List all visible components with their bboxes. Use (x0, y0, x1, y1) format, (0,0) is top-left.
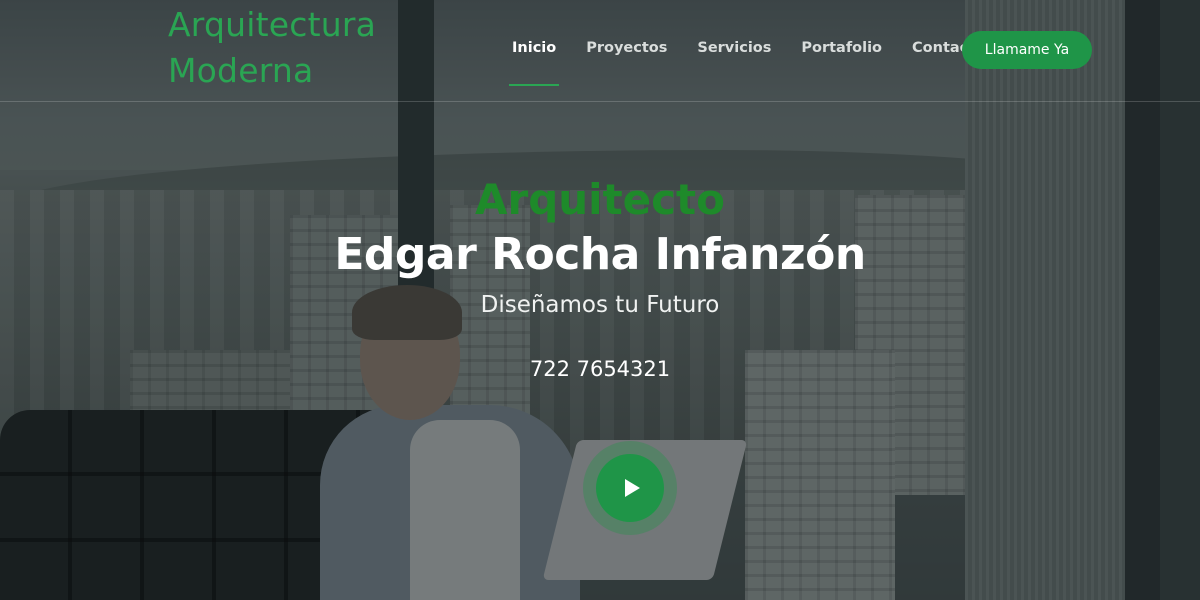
hero-tagline: Diseñamos tu Futuro (480, 292, 720, 318)
hero-phone: 722 7654321 (529, 357, 671, 381)
main-nav: Inicio Proyectos Servicios Portafolio Co… (497, 40, 1000, 86)
nav-item-proyectos[interactable]: Proyectos (571, 40, 682, 56)
site-header: Arquitectura Moderna Inicio Proyectos Se… (0, 0, 1200, 102)
play-button-circle (596, 454, 664, 522)
nav-item-servicios[interactable]: Servicios (682, 40, 786, 56)
hero-section: Arquitecto Edgar Rocha Infanzón Diseñamo… (0, 170, 1200, 384)
site-logo[interactable]: Arquitectura Moderna (168, 2, 376, 94)
nav-item-inicio[interactable]: Inicio (497, 40, 571, 86)
logo-line-1: Arquitectura (168, 5, 377, 44)
hero-title: Edgar Rocha Infanzón (334, 229, 866, 280)
logo-line-2: Moderna (168, 51, 314, 90)
nav-item-portafolio[interactable]: Portafolio (786, 40, 897, 56)
play-icon (624, 479, 640, 497)
hero-subtitle: Arquitecto (475, 175, 725, 224)
play-video-button[interactable] (583, 441, 677, 535)
call-now-button[interactable]: Llamame Ya (962, 31, 1092, 69)
